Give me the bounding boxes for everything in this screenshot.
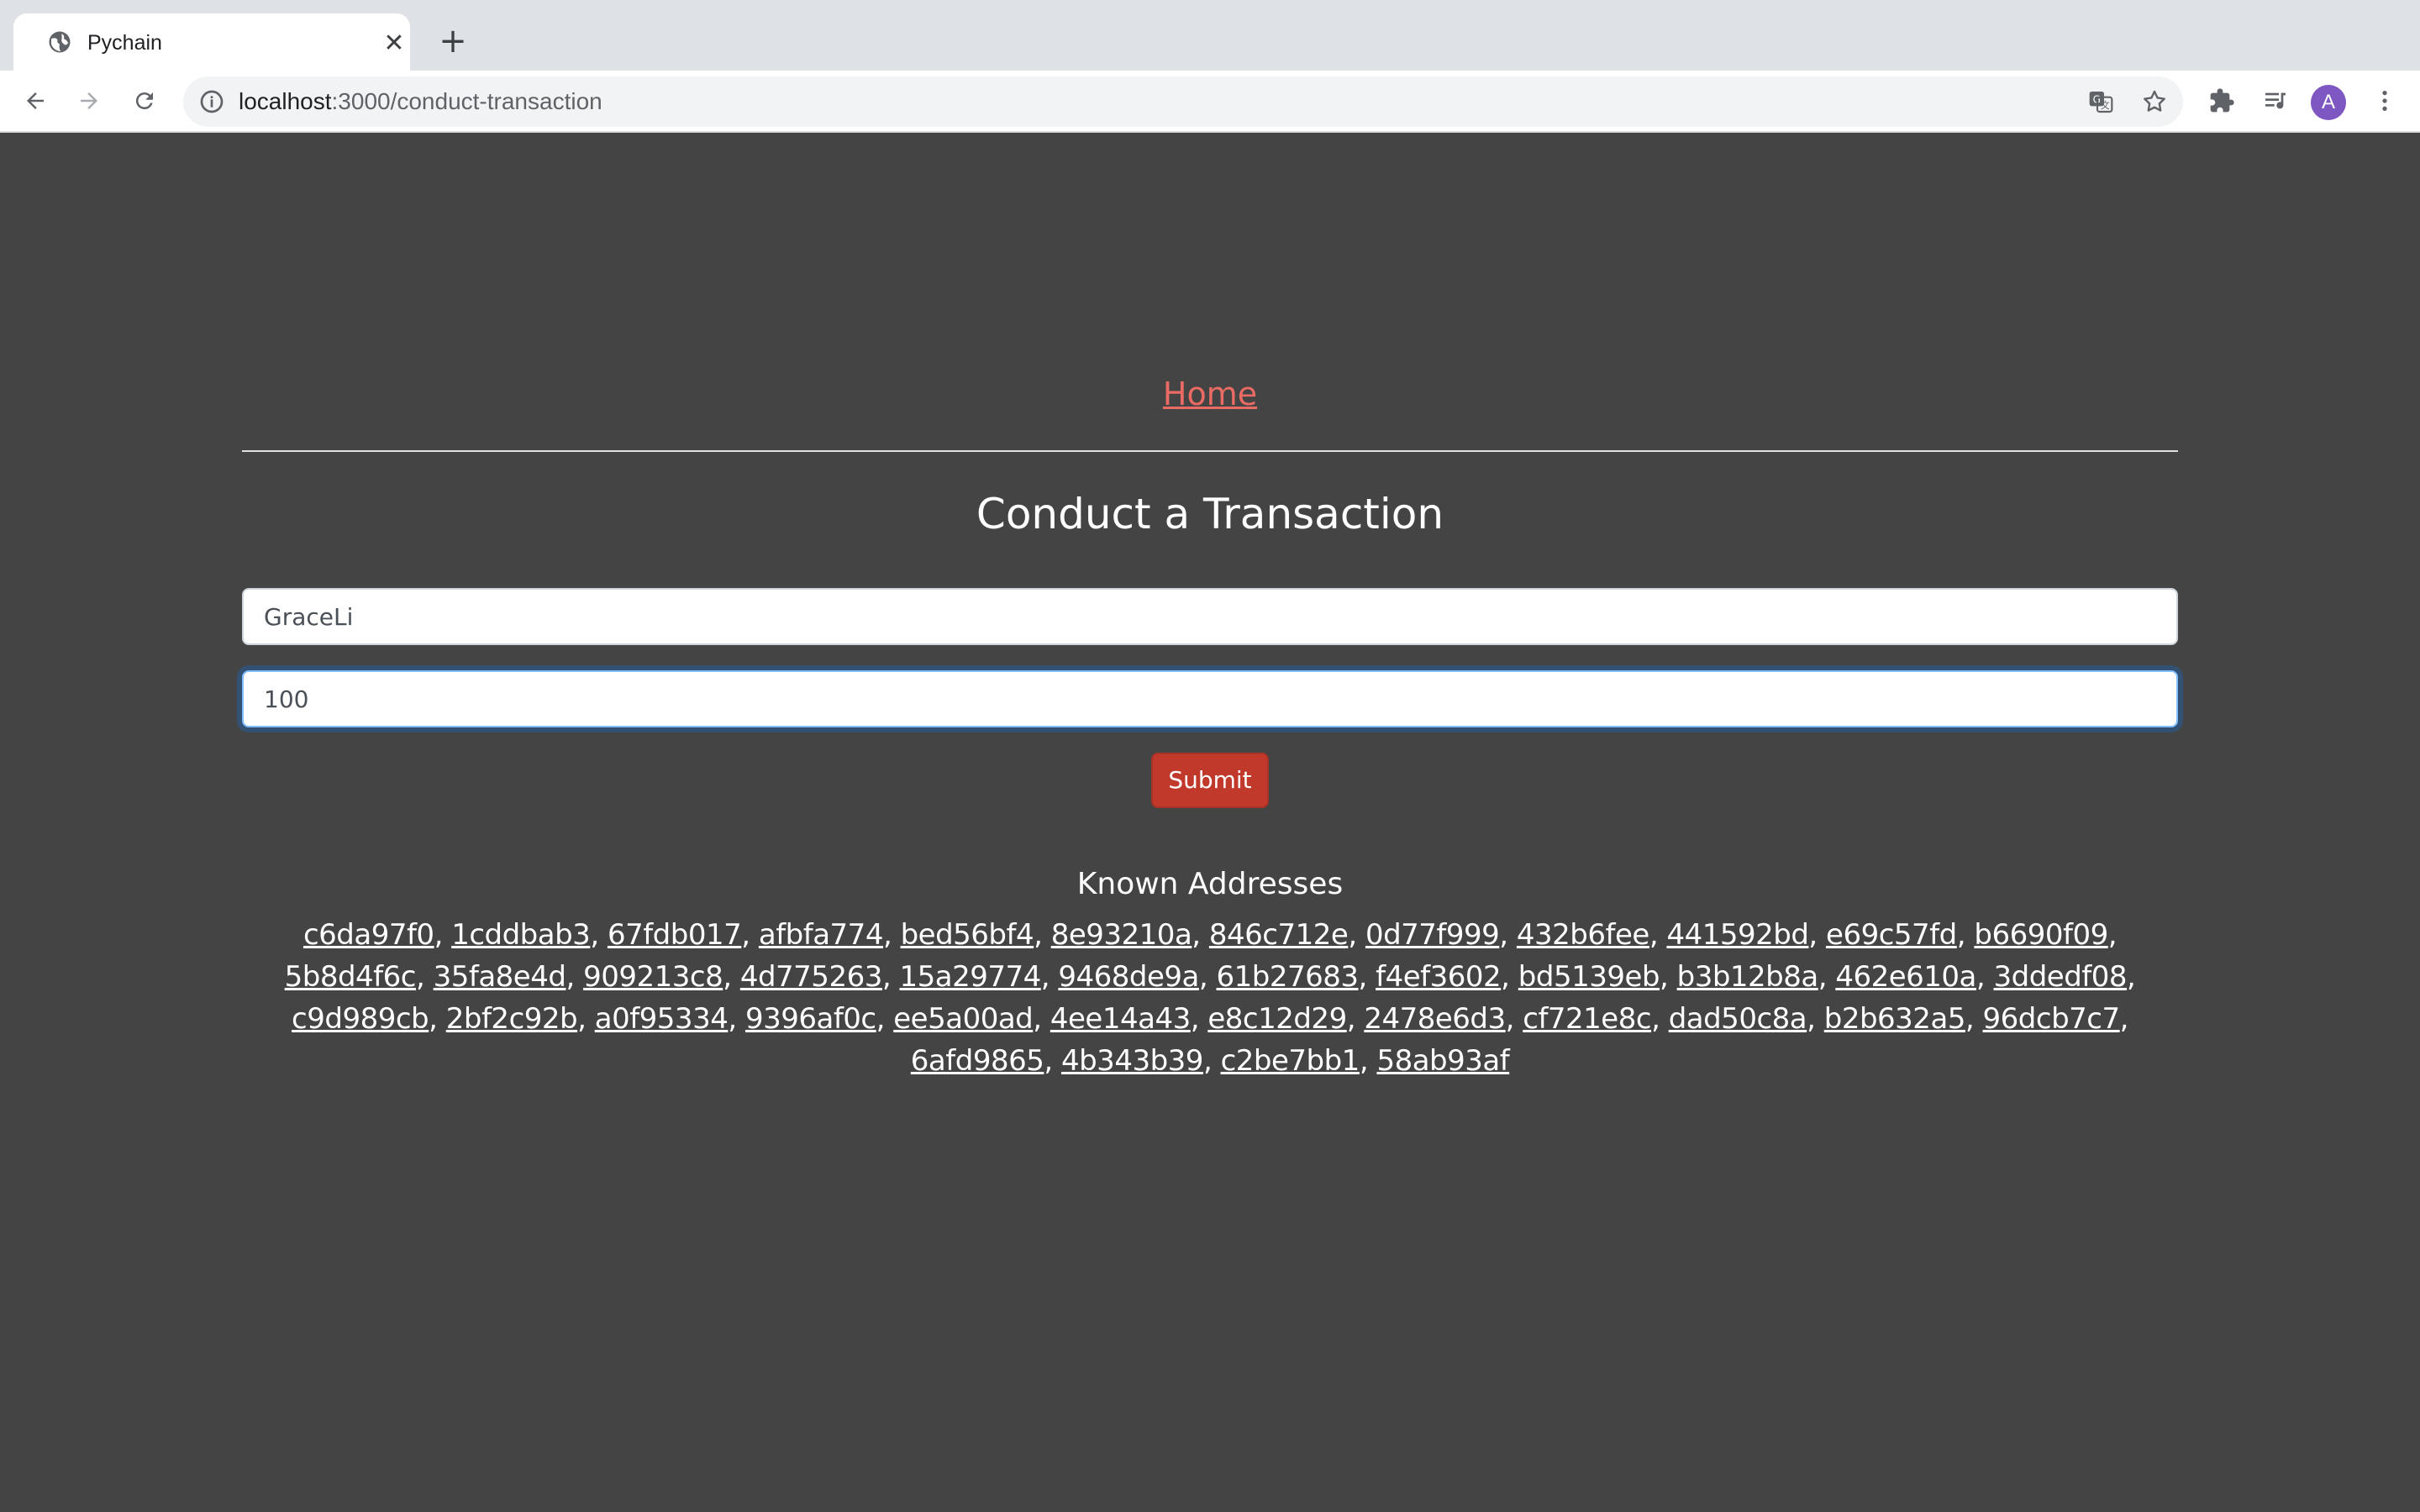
known-addresses-list: c6da97f0, 1cddbab3, 67fdb017, afbfa774, … (284, 918, 2136, 1078)
address-link[interactable]: 441592bd (1666, 918, 1808, 952)
address-link[interactable]: 846c712e (1209, 918, 1349, 952)
browser-toolbar: localhost:3000/conduct-transaction G 文 A (0, 71, 2420, 133)
page-title: Conduct a Transaction (976, 490, 1444, 538)
tab-title: Pychain (87, 31, 162, 55)
close-icon[interactable]: ✕ (380, 29, 408, 58)
address-link[interactable]: b2b632a5 (1824, 1002, 1966, 1036)
address-link[interactable]: 4d775263 (740, 960, 883, 994)
address-link[interactable]: 6afd9865 (911, 1044, 1044, 1078)
media-queue-icon[interactable] (2257, 82, 2294, 119)
amount-input[interactable] (242, 670, 2178, 727)
address-link[interactable]: 67fdb017 (608, 918, 742, 952)
more-vert-icon[interactable] (2366, 82, 2403, 119)
tab-strip: Pychain ✕ + (0, 0, 2420, 71)
translate-icon[interactable]: G 文 (2086, 87, 2116, 117)
address-link[interactable]: e8c12d29 (1207, 1002, 1347, 1036)
home-nav: Home (242, 373, 2178, 415)
address-link[interactable]: b6690f09 (1974, 918, 2108, 952)
address-link[interactable]: 4ee14a43 (1050, 1002, 1191, 1036)
address-link[interactable]: b3b12b8a (1677, 960, 1819, 994)
address-link[interactable]: 0d77f999 (1365, 918, 1500, 952)
reload-icon[interactable] (126, 82, 163, 119)
submit-button[interactable]: Submit (1151, 753, 1269, 808)
browser-chrome: Pychain ✕ + localhost:3000/conduct-trans… (0, 0, 2420, 133)
address-link[interactable]: bd5139eb (1518, 960, 1660, 994)
address-link[interactable]: 4b343b39 (1061, 1044, 1203, 1078)
address-link[interactable]: 462e610a (1835, 960, 1976, 994)
url-host: localhost (239, 88, 332, 114)
address-link[interactable]: 96dcb7c7 (1983, 1002, 2121, 1036)
forward-arrow-icon[interactable] (71, 82, 108, 119)
address-link[interactable]: 5b8d4f6c (285, 960, 417, 994)
address-link[interactable]: 8e93210a (1051, 918, 1192, 952)
address-link[interactable]: 3ddedf08 (1994, 960, 2128, 994)
address-link[interactable]: c2be7bb1 (1221, 1044, 1360, 1078)
home-link[interactable]: Home (1163, 375, 1257, 412)
tab-pychain[interactable]: Pychain ✕ (13, 13, 410, 71)
page-content: Home Conduct a Transaction Submit Known … (0, 133, 2420, 1512)
address-link[interactable]: c6da97f0 (303, 918, 434, 952)
extensions-puzzle-icon[interactable] (2203, 82, 2240, 119)
url-path: :3000/conduct-transaction (331, 88, 602, 114)
address-link[interactable]: 1cddbab3 (451, 918, 591, 952)
address-bar[interactable]: localhost:3000/conduct-transaction G 文 (183, 76, 2183, 127)
address-link[interactable]: 432b6fee (1517, 918, 1649, 952)
info-icon[interactable] (198, 88, 225, 115)
address-link[interactable]: cf721e8c (1523, 1002, 1651, 1036)
globe-icon (47, 29, 72, 55)
address-link[interactable]: 2bf2c92b (446, 1002, 578, 1036)
svg-text:文: 文 (2101, 100, 2110, 111)
address-link[interactable]: afbfa774 (759, 918, 884, 952)
address-link[interactable]: 2478e6d3 (1364, 1002, 1506, 1036)
new-tab-plus-icon[interactable]: + (437, 24, 469, 58)
address-link[interactable]: 58ab93af (1376, 1044, 1509, 1078)
address-link[interactable]: 909213c8 (583, 960, 723, 994)
bookmark-star-icon[interactable] (2139, 87, 2170, 117)
address-link[interactable]: a0f95334 (595, 1002, 729, 1036)
address-link[interactable]: 15a29774 (899, 960, 1041, 994)
address-link[interactable]: 61b27683 (1216, 960, 1359, 994)
known-addresses-title: Known Addresses (1076, 867, 1344, 901)
address-link[interactable]: 9468de9a (1058, 960, 1199, 994)
profile-avatar[interactable]: A (2311, 85, 2346, 120)
address-link[interactable]: bed56bf4 (901, 918, 1034, 952)
address-link[interactable]: 35fa8e4d (434, 960, 566, 994)
address-link[interactable]: dad50c8a (1669, 1002, 1807, 1036)
divider (242, 450, 2178, 452)
address-link[interactable]: f4ef3602 (1376, 960, 1502, 994)
url-text: localhost:3000/conduct-transaction (239, 87, 602, 117)
back-arrow-icon[interactable] (17, 82, 54, 119)
address-link[interactable]: e69c57fd (1826, 918, 1957, 952)
address-link[interactable]: ee5a00ad (893, 1002, 1033, 1036)
address-link[interactable]: c9d989cb (292, 1002, 429, 1036)
recipient-input[interactable] (242, 588, 2178, 645)
address-link[interactable]: 9396af0c (745, 1002, 876, 1036)
